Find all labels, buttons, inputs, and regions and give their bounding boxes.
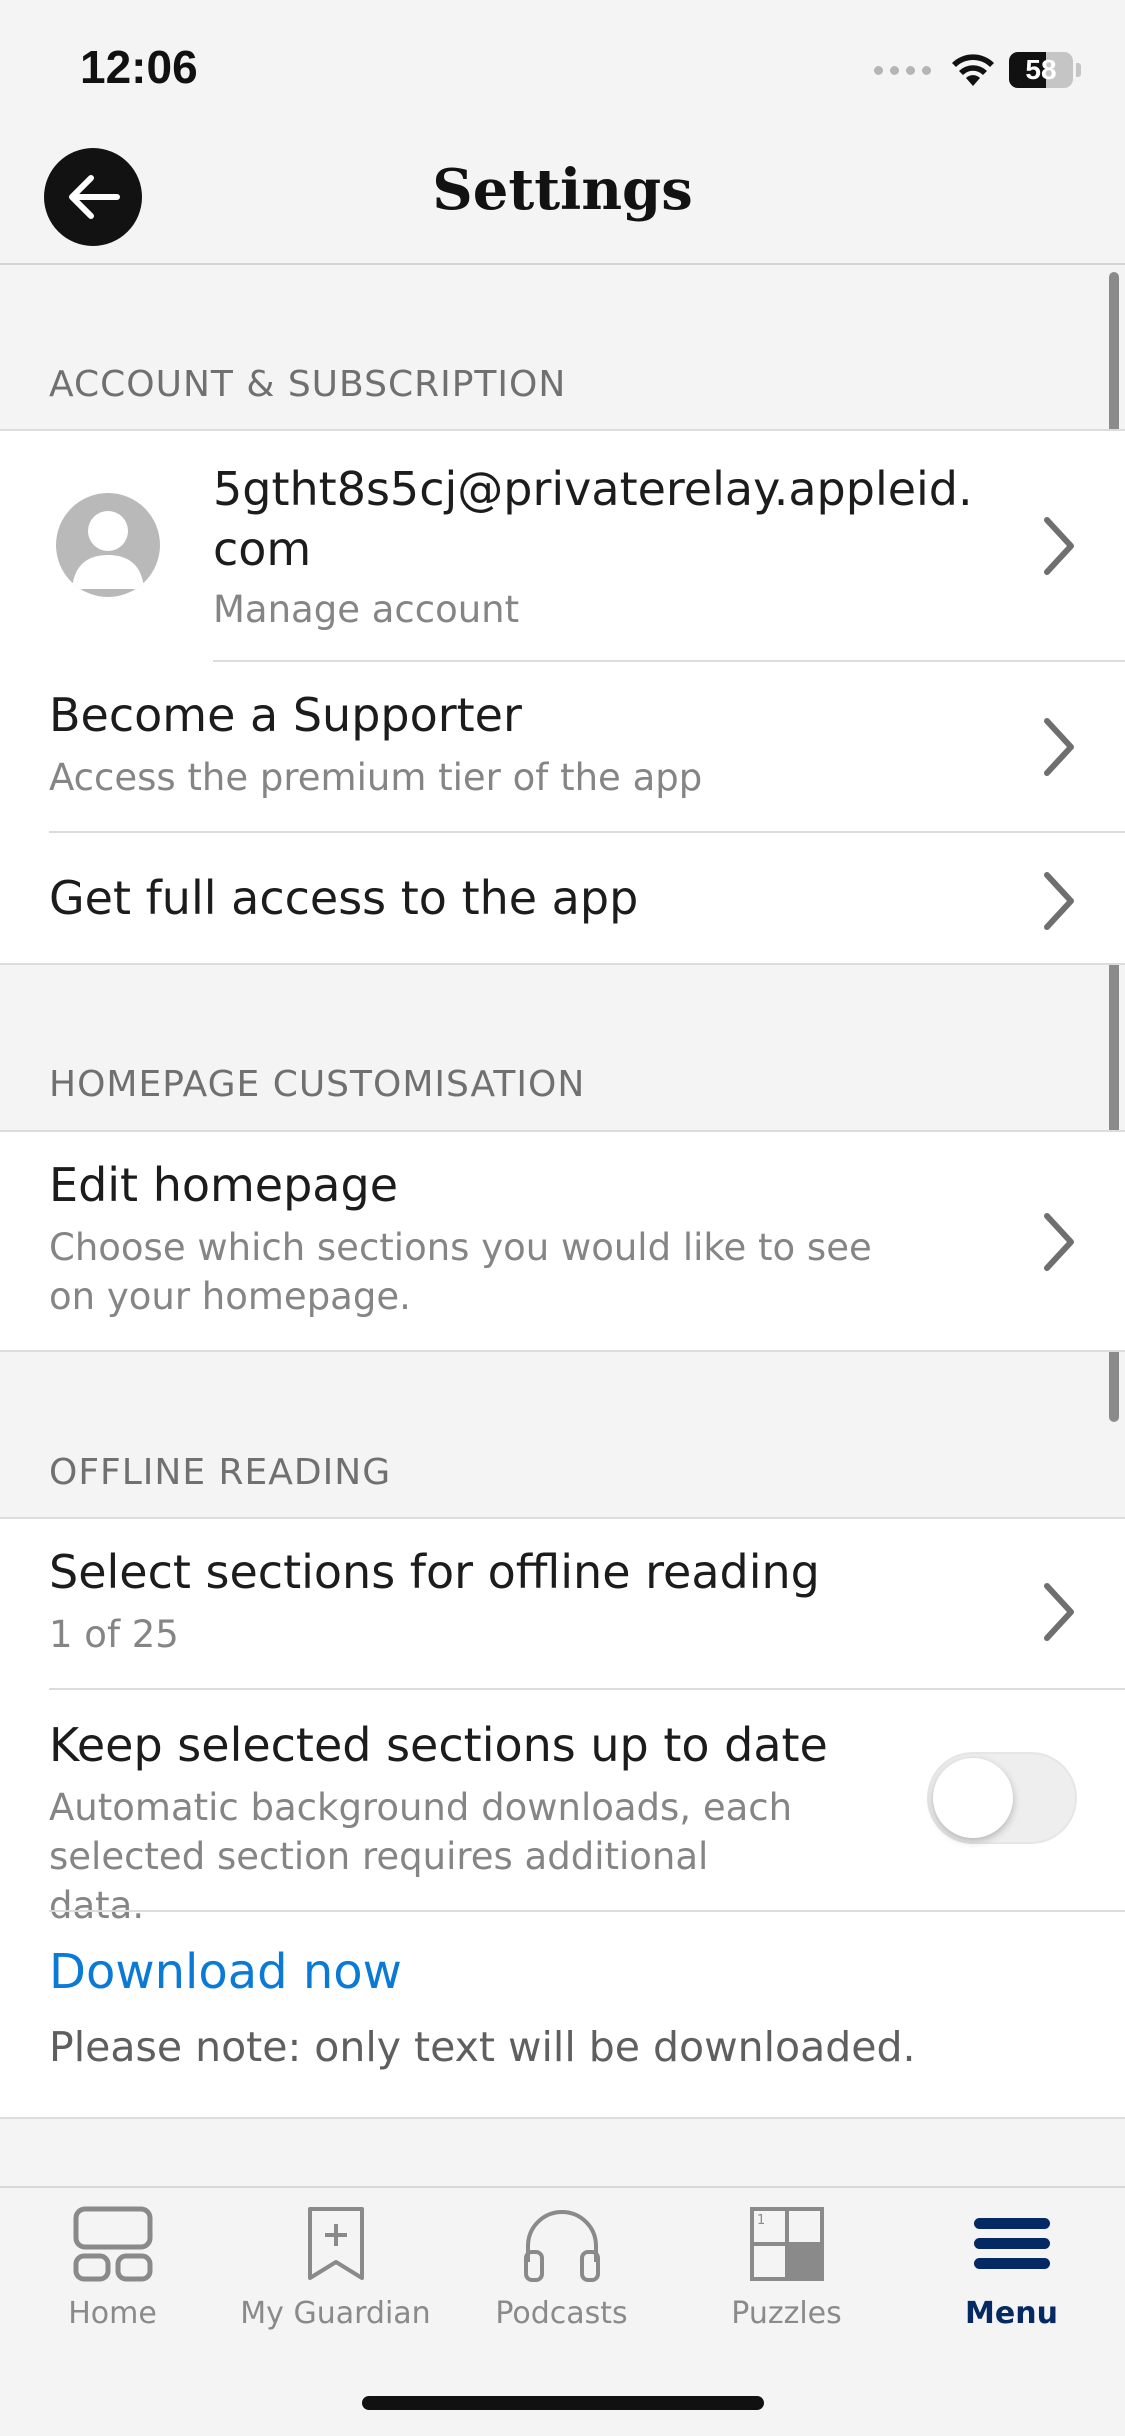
- become-supporter-row[interactable]: Become a Supporter Access the premium ti…: [0, 662, 1125, 832]
- keep-updated-row: Keep selected sections up to date Automa…: [0, 1690, 1125, 1927]
- become-supporter-title: Become a Supporter: [49, 688, 522, 742]
- tab-podcasts[interactable]: Podcasts: [449, 2206, 674, 2331]
- account-group: 5gtht8s5cj@privaterelay.appleid.com Mana…: [0, 429, 1125, 965]
- full-access-row[interactable]: Get full access to the app: [0, 833, 1125, 965]
- section-header-account: ACCOUNT & SUBSCRIPTION: [49, 364, 567, 405]
- wifi-icon: [952, 54, 994, 86]
- bookmark-plus-icon: [307, 2207, 364, 2280]
- chevron-right-icon: [1044, 1583, 1074, 1641]
- tab-menu-label: Menu: [965, 2296, 1058, 2331]
- homepage-group: Edit homepage Choose which sections you …: [0, 1130, 1125, 1352]
- battery-icon: 58: [1009, 52, 1073, 88]
- chevron-right-icon: [1044, 517, 1074, 575]
- section-header-offline: OFFLINE READING: [49, 1452, 392, 1493]
- account-row[interactable]: 5gtht8s5cj@privaterelay.appleid.com Mana…: [0, 431, 1125, 661]
- offline-group: Select sections for offline reading 1 of…: [0, 1517, 1125, 2119]
- battery-level-text: 58: [1025, 54, 1057, 85]
- chevron-right-icon: [1044, 872, 1074, 930]
- download-row: Download now Please note: only text will…: [0, 1912, 1125, 2119]
- svg-text:1: 1: [757, 2213, 765, 2228]
- select-sections-count: 1 of 25: [49, 1613, 179, 1656]
- tab-puzzles-label: Puzzles: [731, 2296, 842, 2331]
- hamburger-menu-icon: [973, 2218, 1050, 2269]
- edit-homepage-title: Edit homepage: [49, 1158, 398, 1212]
- become-supporter-subtitle: Access the premium tier of the app: [49, 756, 703, 799]
- tab-my-guardian[interactable]: My Guardian: [223, 2206, 448, 2331]
- chevron-right-icon: [1044, 1213, 1074, 1271]
- toggle-knob: [933, 1758, 1013, 1838]
- status-time: 12:06: [80, 41, 198, 93]
- home-indicator[interactable]: [362, 2396, 764, 2410]
- select-sections-row[interactable]: Select sections for offline reading 1 of…: [0, 1519, 1125, 1689]
- tab-home-label: Home: [68, 2296, 157, 2331]
- chevron-right-icon: [1044, 718, 1074, 776]
- status-icons: 58: [874, 48, 1081, 92]
- section-header-homepage: HOMEPAGE CUSTOMISATION: [49, 1064, 586, 1105]
- edit-homepage-subtitle: Choose which sections you would like to …: [49, 1226, 872, 1318]
- edit-homepage-row[interactable]: Edit homepage Choose which sections you …: [0, 1132, 1125, 1350]
- download-now-link[interactable]: Download now: [49, 1944, 402, 2000]
- keep-updated-title: Keep selected sections up to date: [49, 1718, 828, 1772]
- page-title: Settings: [432, 157, 693, 223]
- full-access-title: Get full access to the app: [49, 871, 639, 925]
- status-bar: 12:06 58: [0, 0, 1125, 135]
- account-email: 5gtht8s5cj@privaterelay.appleid.com: [213, 462, 973, 576]
- headphones-icon: [523, 2210, 600, 2282]
- user-icon: [72, 511, 144, 589]
- cellular-signal-icon: [874, 65, 931, 75]
- tab-puzzles[interactable]: 1 Puzzles: [674, 2206, 899, 2331]
- navigation-bar: Settings: [0, 135, 1125, 265]
- manage-account-label: Manage account: [213, 588, 520, 631]
- tab-podcasts-label: Podcasts: [495, 2296, 628, 2331]
- download-note: Please note: only text will be downloade…: [49, 2023, 916, 2071]
- tab-home[interactable]: Home: [0, 2206, 225, 2331]
- tab-menu[interactable]: Menu: [899, 2206, 1124, 2331]
- crossword-icon: 1: [749, 2207, 824, 2281]
- tab-my-guardian-label: My Guardian: [240, 2296, 431, 2331]
- select-sections-title: Select sections for offline reading: [49, 1545, 820, 1599]
- home-icon: [73, 2206, 152, 2282]
- avatar: [56, 493, 160, 597]
- keep-updated-subtitle: Automatic background downloads, each sel…: [49, 1786, 793, 1927]
- keep-updated-toggle[interactable]: [927, 1752, 1077, 1844]
